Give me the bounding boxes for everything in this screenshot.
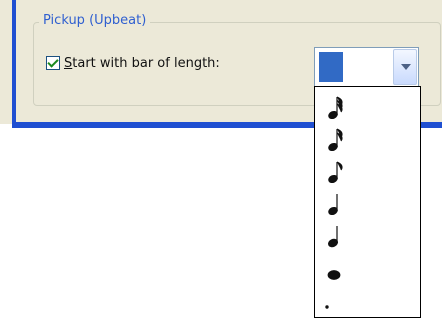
option-eighth-note[interactable]: [315, 155, 420, 187]
checkmark-icon: [47, 56, 59, 68]
whole-note-icon: [327, 270, 341, 280]
sixteenth-note-icon: [328, 128, 343, 152]
window-left-edge: [12, 0, 16, 128]
quarter-note-icon: [328, 194, 338, 216]
thirty-second-note-icon: [328, 96, 343, 120]
start-with-bar-checkbox-row[interactable]: Start with bar of length:: [46, 53, 220, 73]
option-sixteenth-note[interactable]: [315, 123, 420, 155]
option-small-dot[interactable]: [315, 283, 420, 315]
screenshot-stage: Pickup (Upbeat) Start with bar of length…: [0, 0, 442, 322]
dropdown-button[interactable]: [393, 49, 417, 85]
pickup-group-title: Pickup (Upbeat): [39, 12, 151, 30]
eighth-note-icon: [328, 161, 343, 184]
half-note-icon: [327, 226, 339, 248]
start-with-bar-label-rest: tart with bar of length:: [72, 55, 220, 71]
start-with-bar-label[interactable]: Start with bar of length:: [64, 56, 220, 71]
chevron-down-icon: [401, 64, 411, 70]
option-thirty-second-note[interactable]: [315, 91, 420, 123]
start-with-bar-checkbox[interactable]: [46, 56, 60, 70]
blank-selected-icon: [319, 52, 343, 82]
option-quarter-note[interactable]: [315, 187, 420, 219]
bar-length-combo[interactable]: [314, 47, 419, 87]
option-whole-note[interactable]: [315, 251, 420, 283]
option-half-note[interactable]: [315, 219, 420, 251]
small-dot-icon: [325, 305, 329, 309]
bar-length-dropdown-list[interactable]: [314, 86, 421, 318]
